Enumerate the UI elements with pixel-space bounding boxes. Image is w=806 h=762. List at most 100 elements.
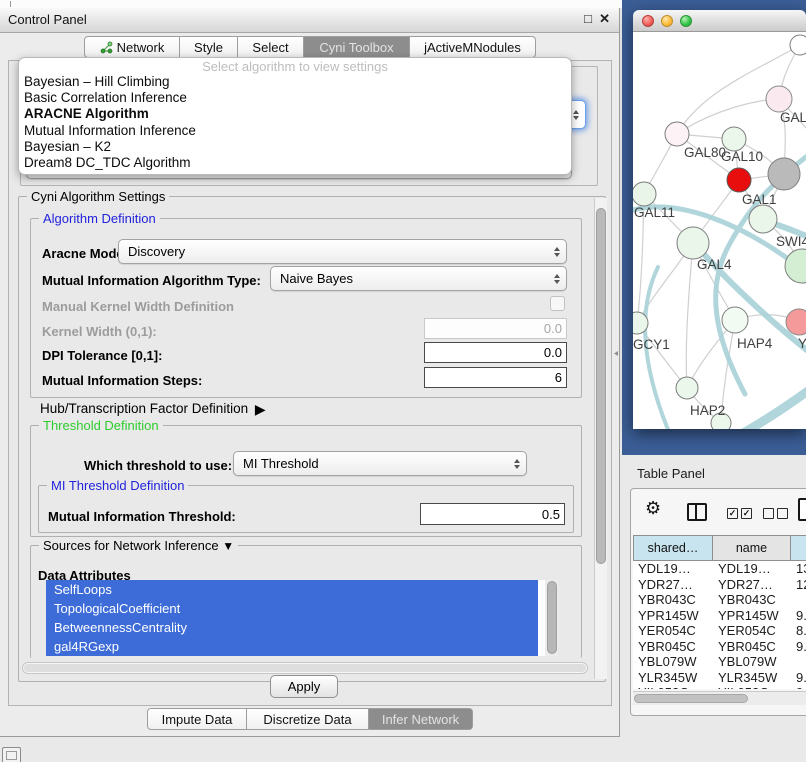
checked-checkbox-icon[interactable]: ✓ [727,508,738,519]
settings-vertical-scrollbar[interactable] [594,198,607,679]
mi-steps-field[interactable] [424,367,567,388]
cell-value: 13 [791,561,806,577]
tab-jactivemnodules[interactable]: jActiveMNodules [410,36,536,58]
network-window-titlebar[interactable] [633,10,806,32]
cell-name: YBR043C [713,592,791,608]
cell-value: 8. [791,623,806,639]
which-threshold-combo[interactable]: MI Threshold [233,451,527,476]
table-row[interactable]: YBL079W YBL079W [633,654,806,670]
column-header-name[interactable]: name [713,535,791,561]
node-labels: GAL GAL80 GAL10 GAL1 GAL11 SWI4 GAL4 GCY… [633,110,806,418]
minimized-panel-icon[interactable] [2,747,21,762]
dropdown-item[interactable]: Bayesian – K2 [19,139,571,155]
algorithm-definition-title: Algorithm Definition [39,211,160,226]
node-red[interactable] [727,168,751,192]
tab-style[interactable]: Style [180,36,238,58]
scrollbar-thumb[interactable] [634,694,748,703]
dropdown-item[interactable]: Dream8 DC_TDC Algorithm [19,155,571,171]
node-hap4[interactable] [722,307,748,333]
settings-horizontal-scrollbar[interactable] [22,662,588,674]
expanded-arrow-icon[interactable]: ▼ [222,539,234,553]
tab-select[interactable]: Select [238,36,304,58]
tab-infer-network[interactable]: Infer Network [369,708,473,730]
dropdown-item-selected[interactable]: ARACNE Algorithm [19,106,571,122]
gear-icon[interactable]: ⚙ [645,498,661,519]
tab-style-label: Style [194,37,223,58]
tab-discretize-data-label: Discretize Data [263,709,351,730]
column-header-third[interactable]: A [791,535,806,561]
apply-button[interactable]: Apply [270,675,338,698]
tab-network-label: Network [117,37,165,58]
unchecked-checkbox-icon[interactable] [763,508,774,519]
node-gal80[interactable] [665,122,689,146]
table-row[interactable]: YBR043C YBR043C [633,592,806,608]
table-row[interactable]: YPR145W YPR145W 9. [633,608,806,624]
minimize-window-icon[interactable] [661,15,673,27]
data-attributes-list[interactable]: SelfLoops TopologicalCoefficient Between… [46,580,558,656]
table-row[interactable]: YIL052C YIL052C 9 [633,685,806,689]
scrollbar-thumb[interactable] [596,208,606,564]
dropdown-item[interactable]: Mutual Information Inference [19,123,571,139]
aracne-mode-combo[interactable]: Discovery [118,239,567,264]
aracne-mode-label: Aracne Mode: [42,246,128,261]
list-vertical-scrollbar[interactable] [545,580,558,656]
mi-threshold-field[interactable] [420,503,565,525]
dropdown-item[interactable]: Bayesian – Hill Climbing [19,74,571,90]
column-header-shared-name[interactable]: shared… [633,535,713,561]
table-row[interactable]: YDL19… YDL19… 13 [633,561,806,577]
tab-discretize-data[interactable]: Discretize Data [247,708,369,730]
kernel-width-field[interactable] [424,318,567,339]
close-panel-icon[interactable]: ✕ [599,11,610,27]
node-gal4[interactable] [677,227,709,259]
table-row[interactable]: YBR045C YBR045C 9. [633,639,806,655]
cell-name: YPR145W [713,608,791,624]
cell-shared-name: YIL052C [633,685,713,689]
node-gal11[interactable] [633,182,656,206]
tab-network[interactable]: Network [84,36,180,58]
list-item-selected[interactable]: gal4RGexp [46,637,538,656]
cell-shared-name: YBR043C [633,592,713,608]
node-gal1[interactable] [749,205,777,233]
tab-impute-data-label: Impute Data [162,709,233,730]
node-gal-pink[interactable] [766,86,792,112]
tab-jactivemnodules-label: jActiveMNodules [424,37,521,58]
list-item-selected[interactable]: SelfLoops [46,580,538,599]
scrollbar-thumb[interactable] [24,664,586,672]
hub-section-toggle[interactable]: Hub/Transcription Factor Definition ▶ [40,400,263,417]
unchecked-checkbox-icon[interactable] [777,508,788,519]
close-window-icon[interactable] [642,15,654,27]
node-swi4[interactable] [785,249,806,283]
tab-impute-data[interactable]: Impute Data [147,708,247,730]
checked-checkbox-icon[interactable]: ✓ [741,508,752,519]
tab-cyni-toolbox[interactable]: Cyni Toolbox [304,36,410,58]
manual-kernel-checkbox[interactable] [550,296,565,311]
cell-name: YBR045C [713,639,791,655]
table-row[interactable]: YDR27… YDR27… 12 [633,577,806,593]
dropdown-placeholder: Select algorithm to view settings [19,59,571,74]
cell-name: YER054C [713,623,791,639]
scrollbar-thumb[interactable] [547,581,557,654]
dpi-tolerance-label: DPI Tolerance [0,1]: [42,348,162,363]
list-item-selected[interactable]: TopologicalCoefficient [46,599,538,618]
function-builder-icon[interactable] [798,498,806,521]
node-hap2[interactable] [676,377,698,399]
node-gray[interactable] [768,158,800,190]
float-window-icon[interactable]: □ [584,11,592,26]
columns-icon[interactable] [687,503,707,521]
dropdown-item[interactable]: Basic Correlation Inference [19,90,571,106]
node-unlabeled[interactable] [790,35,806,55]
table-row[interactable]: YLR345W YLR345W 9. [633,670,806,686]
table-horizontal-scrollbar[interactable] [633,691,806,705]
mi-algorithm-type-combo[interactable]: Naive Bayes [270,266,567,291]
zoom-window-icon[interactable] [680,15,692,27]
kernel-width-label: Kernel Width (0,1): [42,324,157,339]
cell-shared-name: YDR27… [633,577,713,593]
network-canvas[interactable]: GAL GAL80 GAL10 GAL1 GAL11 SWI4 GAL4 GCY… [633,32,806,429]
right-panel: GAL GAL80 GAL10 GAL1 GAL11 SWI4 GAL4 GCY… [620,0,806,762]
node-salmon[interactable] [786,309,806,335]
dpi-tolerance-field[interactable] [424,342,567,363]
list-item-selected[interactable]: BetweennessCentrality [46,618,538,637]
combo-arrows-icon [514,459,520,469]
mi-threshold-group-title: MI Threshold Definition [47,478,188,493]
table-row[interactable]: YER054C YER054C 8. [633,623,806,639]
